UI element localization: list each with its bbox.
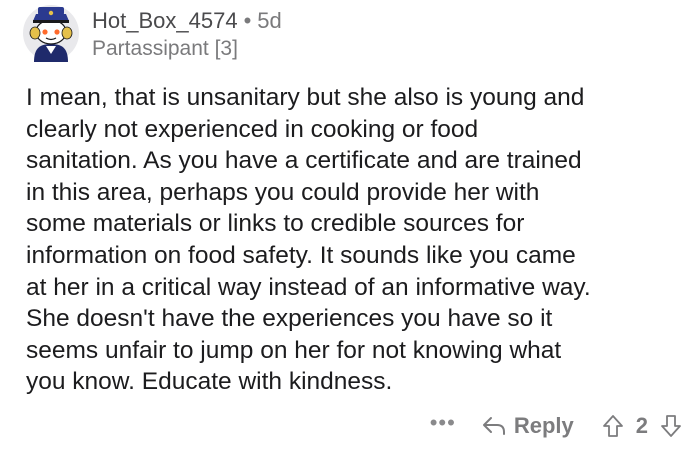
comment-body-line: seems unfair to jump on her for not know… <box>26 336 562 364</box>
downvote-arrow-icon[interactable] <box>660 414 682 438</box>
comment: Hot_Box_4574 • 5d Partassipant [3] I mean,… <box>0 0 700 451</box>
comment-body: I mean, that is unsanitary but she also … <box>26 82 676 398</box>
comment-body-line: at her in a critical way instead of an i… <box>26 273 591 301</box>
comment-body-line: you know. Educate with kindness. <box>26 368 393 396</box>
snoo-avatar-icon <box>23 5 79 62</box>
meta-separator: • <box>243 8 252 33</box>
upvote-arrow-icon[interactable] <box>602 414 624 438</box>
user-flair: Partassipant [3] <box>92 37 238 60</box>
comment-age: 5d <box>257 8 282 33</box>
vote-score: 2 <box>635 413 648 438</box>
comment-body-line: I mean, that is unsanitary but she also … <box>26 84 585 111</box>
reply-label: Reply <box>513 413 574 438</box>
vote-controls: 2 <box>602 413 682 439</box>
comment-body-line: sanitation. As you have a certificate an… <box>26 147 582 175</box>
username-link[interactable]: Hot_Box_4574 <box>92 8 238 33</box>
author-line: Hot_Box_4574 • 5d <box>92 8 282 34</box>
user-avatar[interactable] <box>22 4 80 62</box>
comment-body-line: some materials or links to credible sour… <box>26 210 525 238</box>
reply-button[interactable]: Reply <box>482 413 574 439</box>
comment-body-line: She doesn't have the experiences you hav… <box>26 305 553 333</box>
comment-body-line: in this area, perhaps you could provide … <box>26 178 540 206</box>
comment-body-line: clearly not experienced in cooking or fo… <box>26 115 479 143</box>
comment-actions: ••• Reply 2 <box>430 408 682 444</box>
more-options-icon[interactable]: ••• <box>430 412 456 434</box>
comment-meta: Hot_Box_4574 • 5d Partassipant [3] <box>92 8 282 62</box>
reply-arrow-icon <box>482 417 505 435</box>
comment-body-line: information on food safety. It sounds li… <box>26 241 576 269</box>
